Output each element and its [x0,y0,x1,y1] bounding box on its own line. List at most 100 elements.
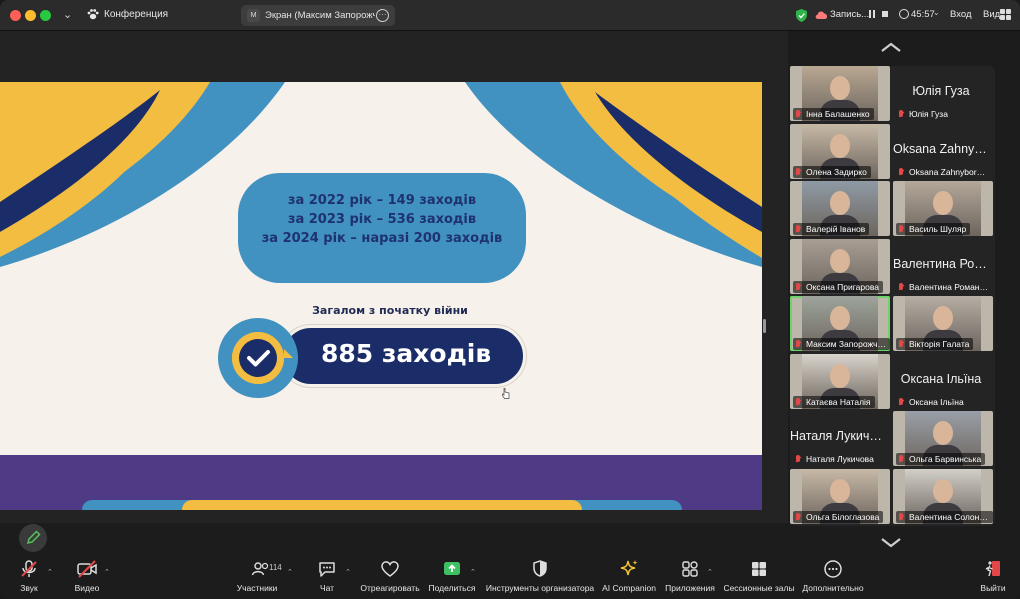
participant-face [933,191,953,215]
share-options-caret[interactable]: ⌃ [470,568,476,576]
screen-share-indicator[interactable]: M Экран (Максим Запорожченко) ··· [241,5,395,26]
title-bar: ⌄ Конференция M Экран (Максим Запорожчен… [0,0,1020,31]
participant-tile[interactable]: Ольга Білоглазова [790,468,890,524]
participant-tile[interactable]: Оксана Пригарова [790,238,890,294]
participant-tile[interactable]: Інна Балашенко [790,66,890,121]
close-window-button[interactable] [10,10,21,21]
participant-tile[interactable]: Вікторія Галата [893,296,993,351]
share-label: Поделиться [428,583,476,593]
participant-face [933,478,953,503]
panel-resize-handle[interactable] [763,319,766,333]
shield-check-icon[interactable] [796,9,807,22]
leave-button[interactable]: Выйти [979,558,1007,593]
participant-face [830,76,850,100]
participant-display-name: Валентина Романець [893,256,989,271]
participants-options-caret[interactable]: ⌃ [287,568,293,576]
participant-name-tag: Інна Балашенко [793,108,874,120]
participant-name-tag: Максим Запорожченко [793,338,890,350]
participant-face [933,421,953,445]
participant-tile[interactable]: Олена Задирко [790,123,890,179]
chat-icon [319,562,335,577]
audio-button[interactable]: Звук [14,558,44,593]
participant-tile[interactable]: Оксана Ільїна Оксана Ільїна [893,353,993,409]
host-tools-button[interactable]: Инструменты организатора [484,558,596,593]
video-button[interactable]: Видео [72,558,102,593]
share-label: Экран (Максим Запорожченко) [265,10,375,21]
chat-options-caret[interactable]: ⌃ [345,568,351,576]
react-button[interactable]: Отреагировать [358,558,422,593]
participant-tile[interactable]: Валентина Романець Валентина Романець [893,238,993,294]
annotate-button[interactable] [19,524,47,552]
microphone-muted-icon [21,560,37,577]
participant-tile[interactable]: Василь Шуляр [893,181,993,236]
participant-name-tag: Наталя Лукичова [793,453,878,465]
chevron-down-icon[interactable]: ⌄ [63,8,72,21]
participant-name-tag: Катаєва Наталія [793,395,875,408]
participant-name-tag: Ольга Білоглазова [793,510,884,523]
participant-tile[interactable]: Катаєва Наталія [790,353,890,409]
participant-name-tag: Оксана Ільїна [896,396,968,408]
sign-in-button[interactable]: Вход [950,9,972,20]
participant-tile[interactable]: Валентина Солончева [893,468,993,524]
participant-face [830,306,850,330]
participant-tile[interactable]: Максим Запорожченко [790,296,890,351]
recording-status[interactable]: Запись... [830,9,869,20]
participant-tile[interactable]: Наталя Лукичова Наталя Лукичова [790,411,890,466]
participant-face [830,248,850,273]
share-screen-icon [444,562,460,575]
participant-display-name: Oksana Zahnyboroda [893,141,989,156]
breakout-rooms-button[interactable]: Сессионные залы [722,558,796,593]
sharer-avatar: M [247,9,260,22]
participants-icon [251,562,269,576]
minimize-window-button[interactable] [25,10,36,21]
participant-name-tag: Валентина Романець [896,281,993,293]
participant-tile[interactable]: Oksana Zahnyboroda Oksana Zahnyboroda [893,123,993,179]
grid-view-icon[interactable] [1000,9,1011,20]
more-options-icon[interactable]: ··· [376,9,389,22]
zoom-meeting-window: ⌄ Конференция M Экран (Максим Запорожчен… [0,0,1020,599]
meeting-toolbar: Звук ⌃ Видео ⌃ 114 Участники ⌃ Чат ⌃ Отр… [0,556,1020,599]
shared-screen-area: за 2022 рік – 149 заходів за 2023 рік – … [0,31,788,523]
video-options-caret[interactable]: ⌃ [104,568,110,576]
total-label: Загалом з початку війни [312,304,468,317]
participant-display-name: Юлія Гуза [912,84,970,98]
chevron-down-icon[interactable] [879,536,903,550]
leave-label: Выйти [980,583,1006,593]
breakout-rooms-label: Сессионные залы [723,583,795,593]
host-tools-label: Инструменты организатора [485,583,595,593]
participant-name-tag: Василь Шуляр [896,223,971,235]
view-button[interactable]: Вид [983,9,1000,20]
chat-label: Чат [319,583,335,593]
video-label: Видео [74,583,100,593]
apps-options-caret[interactable]: ⌃ [707,568,713,576]
chat-button[interactable]: Чат [314,558,340,593]
participant-gallery: Інна Балашенко Юлія Гуза Юлія Гуза Олена За… [790,66,995,526]
participant-name-tag: Валентина Солончева [896,510,993,523]
participant-tile[interactable]: Валерій Іванов [790,181,890,236]
stop-recording-button[interactable] [882,11,888,17]
yearly-events-box: за 2022 рік – 149 заходів за 2023 рік – … [238,173,526,283]
pencil-icon [26,530,41,545]
ai-companion-button[interactable]: AI Companion [601,558,657,593]
shield-icon [533,560,547,577]
audio-options-caret[interactable]: ⌃ [47,568,53,576]
participant-face [830,191,850,215]
maximize-window-button[interactable] [40,10,51,21]
cloud-recording-icon [815,11,828,19]
participant-display-name: Наталя Лукичова [790,429,886,443]
participant-name-tag: Ольга Барвинська [896,453,986,465]
pause-recording-button[interactable] [869,10,875,18]
breakout-rooms-icon [752,562,766,576]
more-label: Дополнительно [802,583,864,593]
participant-tile[interactable]: Ольга Барвинська [893,411,993,466]
more-button[interactable]: Дополнительно [800,558,866,593]
sparkle-icon [620,560,638,576]
year-2023-line: за 2023 рік – 536 заходів [287,212,477,227]
chevron-down-icon[interactable]: ⌄ [933,8,940,17]
meeting-timer[interactable]: 45:57 [911,9,935,20]
chevron-up-icon[interactable] [879,40,903,54]
participant-tile[interactable]: Юлія Гуза Юлія Гуза [893,66,993,121]
participants-button[interactable]: 114 Участники [232,558,282,593]
clock-icon [899,9,909,19]
participant-name-tag: Юлія Гуза [896,108,952,120]
